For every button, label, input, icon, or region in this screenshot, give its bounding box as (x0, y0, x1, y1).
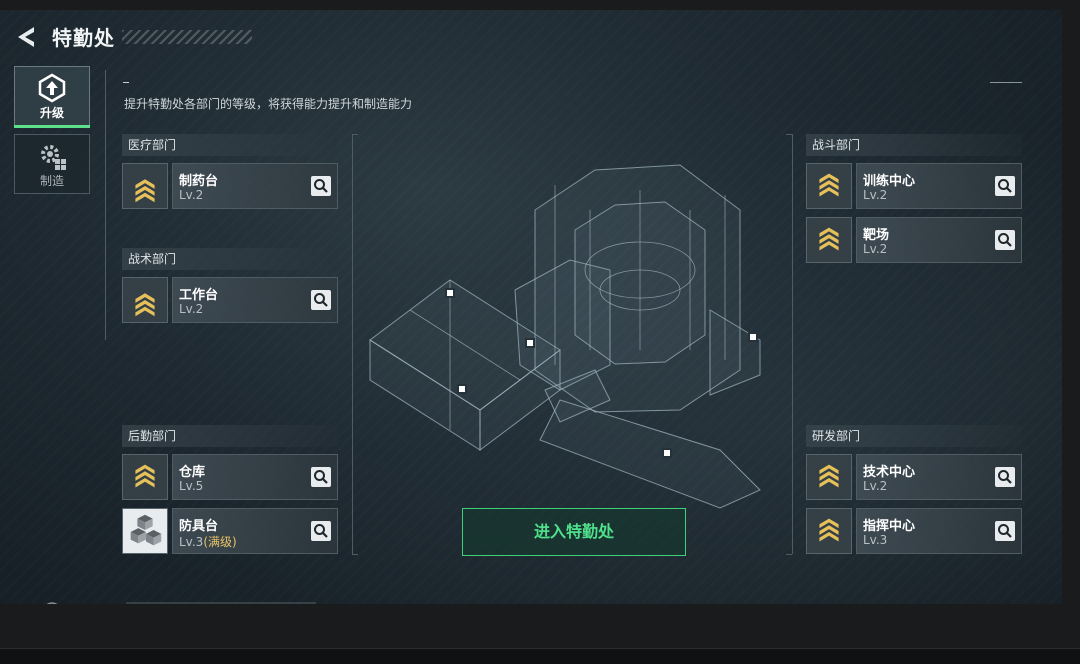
base-blueprint (369, 164, 761, 509)
card-training-center[interactable]: 训练中心 Lv.2 (806, 163, 1022, 209)
card-name: 仓库 (179, 465, 206, 480)
card-name: 训练中心 (863, 174, 916, 189)
game-screen: 特勤处 提升特勤处各部门的等级，将获得能力提升和制造能力 升级 制造 医疗部门 … (0, 10, 1062, 604)
map-marker[interactable] (457, 384, 467, 394)
search-icon[interactable] (995, 467, 1015, 487)
card-level: Lv.3(满级) (179, 533, 237, 550)
ping-value: 51ms (68, 602, 98, 604)
frame-line-left (105, 70, 106, 340)
card-workbench[interactable]: 工作台 Lv.2 (122, 277, 338, 323)
card-name: 制药台 (179, 174, 219, 189)
card-level: Lv.2 (863, 188, 888, 202)
tab-label-upgrade: 升级 (39, 106, 64, 120)
card-name: 工作台 (179, 288, 219, 303)
card-level: Lv.2 (179, 188, 204, 202)
card-level: Lv.2 (179, 302, 204, 316)
frame-bracket (786, 134, 792, 135)
warehouse-icon (122, 454, 168, 500)
search-icon[interactable] (311, 290, 331, 310)
command-center-icon (806, 508, 852, 554)
page-description: 提升特勤处各部门的等级，将获得能力提升和制造能力 (124, 97, 413, 111)
map-marker[interactable] (662, 448, 672, 458)
section-logistics: 后勤部门 (122, 425, 338, 447)
card-level: Lv.3 (863, 533, 888, 547)
map-marker[interactable] (525, 338, 535, 348)
section-medical: 医疗部门 (122, 134, 338, 156)
status-blur (126, 602, 316, 604)
card-level: Lv.5 (179, 479, 204, 493)
card-name: 防具台 (179, 519, 219, 534)
search-icon[interactable] (311, 176, 331, 196)
max-level-badge: (满级) (203, 535, 237, 549)
desc-dash (123, 82, 129, 83)
card-pharmacy[interactable]: 制药台 Lv.2 (122, 163, 338, 209)
card-warehouse[interactable]: 仓库 Lv.5 (122, 454, 338, 500)
frame-line-center-left (352, 134, 353, 554)
frame-line-center-right (792, 134, 793, 554)
card-name: 靶场 (863, 228, 890, 243)
section-tactical: 战术部门 (122, 248, 338, 270)
card-shooting-range[interactable]: 靶场 Lv.2 (806, 217, 1022, 263)
tab-craft[interactable]: 制造 (14, 134, 90, 194)
upgrade-icon (38, 73, 66, 103)
gear-craft-icon (41, 145, 66, 170)
card-command-center[interactable]: 指挥中心 Lv.3 (806, 508, 1022, 554)
tab-label-craft: 制造 (39, 174, 64, 188)
training-center-icon (806, 163, 852, 209)
card-name: 技术中心 (863, 465, 916, 480)
page-title: 特勤处 (52, 26, 115, 50)
back-arrow-icon[interactable] (14, 24, 40, 50)
shooting-range-icon (806, 217, 852, 263)
section-combat: 战斗部门 (806, 134, 1022, 156)
map-marker[interactable] (748, 332, 758, 342)
search-icon[interactable] (995, 521, 1015, 541)
map-marker[interactable] (445, 288, 455, 298)
frame-bracket (786, 554, 792, 555)
card-name: 指挥中心 (863, 519, 916, 534)
tech-center-icon (806, 454, 852, 500)
wifi-icon (46, 602, 58, 604)
search-icon[interactable] (995, 176, 1015, 196)
title-decoration (122, 30, 252, 44)
search-icon[interactable] (311, 467, 331, 487)
bottom-strip (0, 648, 1080, 664)
search-icon[interactable] (995, 230, 1015, 250)
search-icon[interactable] (311, 521, 331, 541)
frame-bracket (352, 554, 358, 555)
pharmacy-icon (122, 163, 168, 209)
status-number: 11 (316, 602, 330, 604)
card-level: Lv.2 (863, 242, 888, 256)
section-research: 研发部门 (806, 425, 1022, 447)
card-armor-bench[interactable]: 防具台 Lv.3(满级) (122, 508, 338, 554)
workbench-icon (122, 277, 168, 323)
level-value: Lv.3 (179, 535, 204, 549)
card-tech-center[interactable]: 技术中心 Lv.2 (806, 454, 1022, 500)
frame-dash (990, 82, 1022, 83)
enter-special-ops-button[interactable]: 进入特勤处 (462, 508, 686, 556)
armor-bench-icon (122, 508, 168, 554)
tab-upgrade[interactable]: 升级 (14, 66, 90, 128)
card-level: Lv.2 (863, 479, 888, 493)
